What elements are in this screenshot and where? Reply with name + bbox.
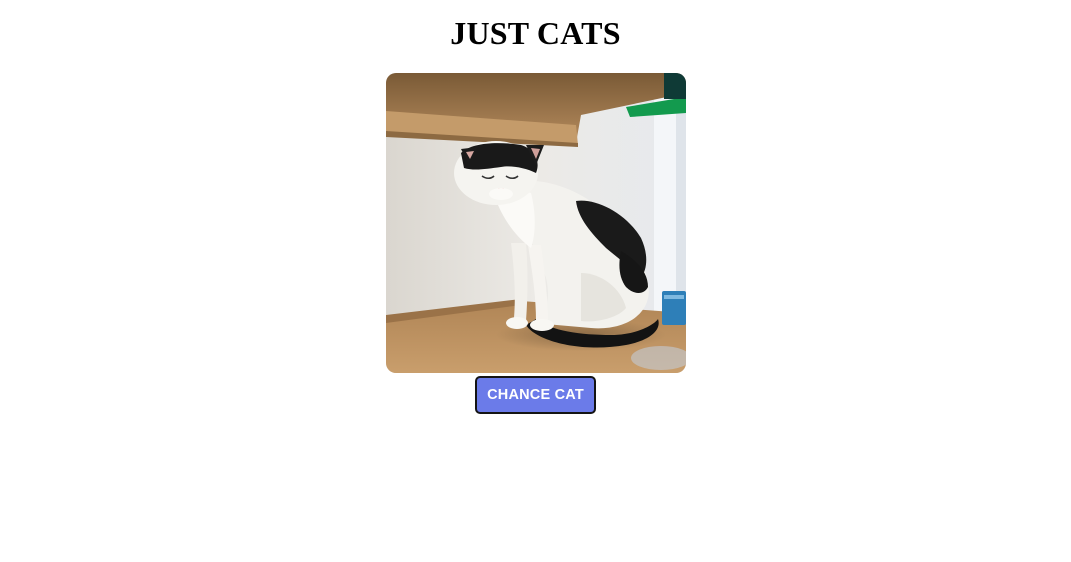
cat-photo [385, 73, 686, 373]
cat-photo-illustration [385, 73, 686, 373]
chance-cat-button[interactable]: CHANCE CAT [475, 376, 596, 414]
page-title: JUST CATS [450, 15, 621, 51]
page: JUST CATS CHANCE CAT [0, 0, 1071, 562]
